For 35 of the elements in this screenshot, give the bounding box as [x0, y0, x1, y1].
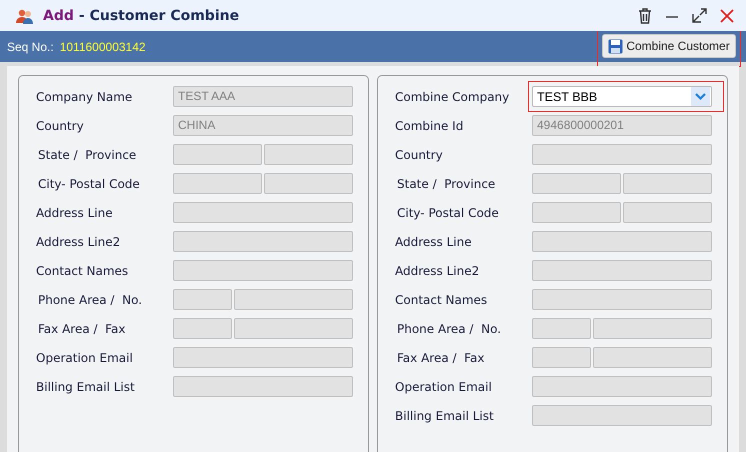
window-title-action: Add — [43, 8, 74, 24]
field-label: Operation Email — [395, 380, 493, 394]
close-icon[interactable] — [720, 8, 734, 22]
field-label: Combine Id — [395, 118, 464, 132]
field-label: Country — [36, 118, 85, 132]
field-label: Address Line2 — [395, 264, 480, 278]
field-label: Billing Email List — [36, 380, 136, 394]
field-label: Address Line — [395, 234, 473, 248]
combine-customer-button[interactable]: Combine Customer — [602, 34, 736, 58]
field-label: State / Province — [37, 148, 138, 162]
field-label: Phone Area / No. — [37, 292, 144, 306]
field-label: Country — [395, 148, 444, 162]
chevron-down-icon[interactable] — [691, 87, 710, 106]
field-label: Operation Email — [36, 350, 134, 364]
field-label: Contact Names — [36, 264, 130, 278]
seq-label: Seq No.: — [7, 40, 54, 54]
users-icon — [16, 8, 34, 24]
company-dropdown[interactable]: TEST BBB — [532, 86, 712, 107]
field-label: Phone Area / No. — [396, 322, 502, 336]
field-label: Contact Names — [395, 292, 488, 306]
field-label: Combine Company — [395, 90, 510, 104]
field-label: Fax Area / Fax — [37, 322, 126, 336]
field-label: City- Postal Code — [37, 176, 141, 190]
seq-value: 1011600003142 — [60, 40, 146, 54]
maximize-icon[interactable] — [692, 8, 707, 23]
trash-icon[interactable] — [638, 8, 652, 24]
field-label: Address Line2 — [36, 234, 122, 248]
save-icon — [608, 38, 624, 54]
field-label: City- Postal Code — [396, 206, 500, 220]
field-label: Fax Area / Fax — [396, 350, 486, 364]
field-label: Billing Email List — [395, 408, 495, 422]
field-label: Address Line — [36, 206, 114, 220]
field-label: Company Name — [36, 90, 134, 104]
field-label: State / Province — [396, 176, 496, 190]
window-title: - Customer Combine — [78, 8, 240, 24]
